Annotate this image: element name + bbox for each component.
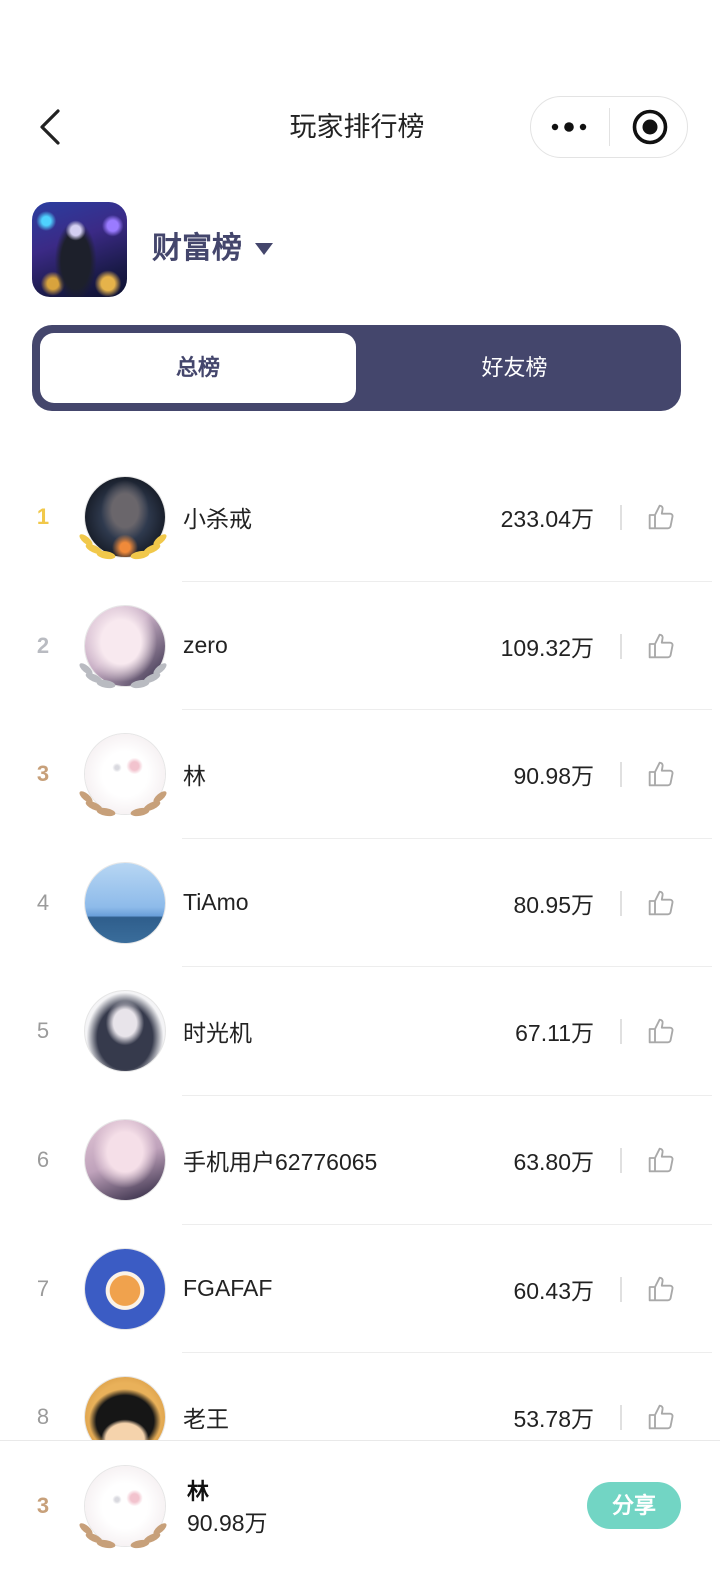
leaderboard-row: 8 老王 53.78万 <box>0 1353 720 1440</box>
leaderboard-row: 6 手机用户62776065 63.80万 <box>0 1096 720 1225</box>
vertical-divider <box>620 1405 622 1431</box>
player-name: TiAmo <box>183 889 249 916</box>
laurel-wreath-icon <box>79 1523 167 1549</box>
vertical-divider <box>620 890 622 916</box>
rank-number: 7 <box>36 1275 50 1301</box>
thumbs-up-icon[interactable] <box>645 1015 677 1047</box>
laurel-wreath-icon <box>79 791 167 817</box>
player-name: 手机用户62776065 <box>183 1149 378 1175</box>
tab-friends[interactable]: 好友榜 <box>356 333 673 403</box>
vertical-divider <box>620 1148 622 1173</box>
board-selector[interactable]: 财富榜 <box>152 229 273 269</box>
thumbs-up-icon[interactable] <box>645 501 677 533</box>
rank-number: 1 <box>36 504 50 529</box>
target-circle-icon[interactable] <box>631 108 669 146</box>
my-rank-bar: 3 林 90.98万 分享 <box>0 1440 720 1584</box>
ranking-tabs: 总榜 好友榜 <box>32 325 681 411</box>
player-score: 90.98万 <box>513 763 594 790</box>
mini-program-capsule <box>530 96 688 158</box>
player-score: 67.11万 <box>515 1020 594 1047</box>
player-score: 80.95万 <box>513 891 594 918</box>
like-button[interactable] <box>645 1273 677 1305</box>
thumbs-up-icon[interactable] <box>645 887 677 919</box>
player-name: FGAFAF <box>183 1275 273 1302</box>
like-button[interactable] <box>645 1144 677 1176</box>
player-score: 60.43万 <box>513 1277 594 1304</box>
laurel-wreath-icon <box>79 534 167 560</box>
rank-number: 3 <box>36 761 50 787</box>
rank-number: 2 <box>36 632 50 658</box>
leaderboard-row: 2 zero 109.32万 <box>0 582 720 711</box>
avatar[interactable] <box>85 862 165 943</box>
player-name: 林 <box>183 763 206 790</box>
vertical-divider <box>620 633 622 659</box>
thumbs-up-icon[interactable] <box>645 1144 677 1176</box>
player-score: 109.32万 <box>500 634 594 661</box>
leaderboard-row: 5 时光机 67.11万 <box>0 967 720 1096</box>
like-button[interactable] <box>645 1015 677 1047</box>
rank-number: 5 <box>36 1018 50 1044</box>
vertical-divider <box>620 762 622 788</box>
vertical-divider <box>620 505 622 530</box>
vertical-divider <box>620 1019 622 1045</box>
player-score: 53.78万 <box>513 1406 594 1433</box>
thumbs-up-icon[interactable] <box>645 1273 677 1305</box>
my-player-name: 林 <box>187 1479 210 1504</box>
like-button[interactable] <box>645 501 677 533</box>
board-name: 财富榜 <box>152 232 242 265</box>
avatar[interactable] <box>85 991 165 1072</box>
vertical-divider <box>620 1276 622 1302</box>
laurel-wreath-icon <box>79 662 167 688</box>
leaderboard-row: 3 林 90.98万 <box>0 710 720 839</box>
thumbs-up-icon[interactable] <box>645 1401 677 1433</box>
like-button[interactable] <box>645 630 677 662</box>
avatar[interactable] <box>85 1120 165 1200</box>
like-button[interactable] <box>645 887 677 919</box>
thumbs-up-icon[interactable] <box>645 630 677 662</box>
leaderboard-row: 4 TiAmo 80.95万 <box>0 839 720 968</box>
rank-number: 8 <box>36 1404 50 1430</box>
share-button[interactable]: 分享 <box>587 1482 681 1529</box>
like-button[interactable] <box>645 1401 677 1433</box>
close-button[interactable] <box>610 97 688 157</box>
thumbs-up-icon[interactable] <box>645 758 677 790</box>
player-name: 小杀戒 <box>183 506 252 532</box>
avatar[interactable] <box>85 1248 165 1329</box>
leaderboard-row: 1 小杀戒 233.04万 <box>0 453 720 582</box>
player-name: 老王 <box>183 1406 229 1433</box>
avatar[interactable] <box>85 1377 165 1440</box>
more-dots-icon[interactable] <box>549 120 589 134</box>
rank-number: 4 <box>36 889 50 915</box>
leaderboard-list[interactable]: 1 小杀戒 233.04万 2 zero 109.32万 3 林 90.98万 … <box>0 453 720 1440</box>
tab-overall[interactable]: 总榜 <box>40 333 356 403</box>
caret-down-icon[interactable] <box>255 243 273 255</box>
my-rank-number: 3 <box>36 1493 50 1518</box>
my-player-score: 90.98万 <box>187 1510 268 1536</box>
game-cover-image <box>32 202 127 297</box>
more-button[interactable] <box>531 97 609 157</box>
like-button[interactable] <box>645 758 677 790</box>
leaderboard-row: 7 FGAFAF 60.43万 <box>0 1225 720 1354</box>
player-score: 233.04万 <box>500 506 594 532</box>
rank-number: 6 <box>36 1147 50 1172</box>
player-name: zero <box>183 632 228 659</box>
player-score: 63.80万 <box>513 1149 594 1175</box>
player-name: 时光机 <box>183 1020 252 1047</box>
